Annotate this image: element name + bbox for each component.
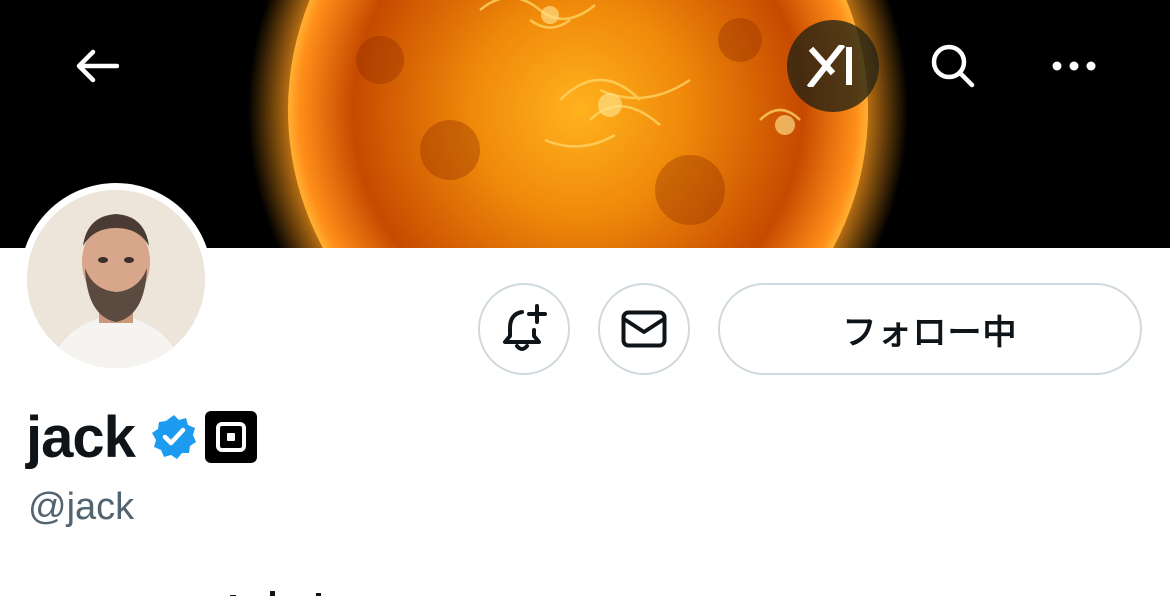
following-label: フォロー中 [842,313,1018,352]
affiliation-badge[interactable] [204,411,257,463]
display-name: jack [26,404,136,470]
grok-logo-icon [807,45,852,87]
more-horizontal-icon [1052,61,1096,71]
user-handle: @jack [28,486,135,528]
profile-name-row: jack [26,402,257,472]
search-button[interactable] [907,20,999,112]
notifications-button[interactable] [478,283,570,375]
grok-button[interactable] [787,20,879,112]
message-button[interactable] [598,283,690,375]
verified-badge-icon[interactable] [151,414,197,460]
avatar-photo [27,190,205,368]
following-button[interactable]: フォロー中 [718,283,1142,375]
avatar[interactable] [20,183,212,375]
arrow-left-icon [76,49,119,83]
back-button[interactable] [51,20,143,112]
square-logo-icon [215,422,246,452]
bio-text-clipped [0,586,1170,596]
search-icon [931,44,975,88]
more-button[interactable] [1028,20,1120,112]
bell-plus-icon [503,304,547,351]
envelope-icon [621,310,667,348]
